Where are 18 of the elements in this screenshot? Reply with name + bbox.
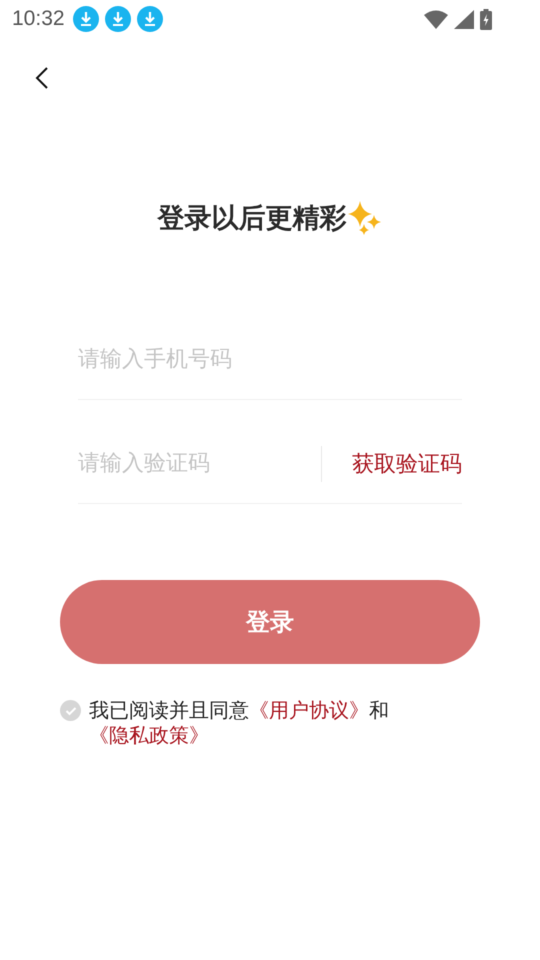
sparkle-icon: [346, 200, 382, 236]
battery-icon: [480, 8, 492, 30]
agree-checkbox[interactable]: [60, 700, 81, 721]
download-icon: [104, 6, 131, 32]
page-title: 登录以后更精彩: [158, 202, 346, 236]
code-input[interactable]: 请输入验证码: [78, 451, 321, 476]
phone-input[interactable]: 请输入手机号码: [78, 347, 462, 372]
download-icon: [72, 6, 99, 32]
policy-link[interactable]: 《用户协议》: [249, 698, 369, 722]
download-icon: [136, 6, 163, 32]
wifi-icon: [424, 10, 448, 28]
signal-icon: [454, 10, 474, 28]
chevron-left-icon: [34, 66, 50, 90]
get-code-button[interactable]: 获取验证码: [352, 448, 462, 478]
policy-link[interactable]: 《隐私政策》: [89, 723, 209, 747]
agreement-text: 我已阅读并且同意《用户协议》和 《隐私政策》: [89, 698, 390, 748]
status-time: 10:32: [12, 7, 65, 31]
check-icon: [64, 706, 76, 716]
